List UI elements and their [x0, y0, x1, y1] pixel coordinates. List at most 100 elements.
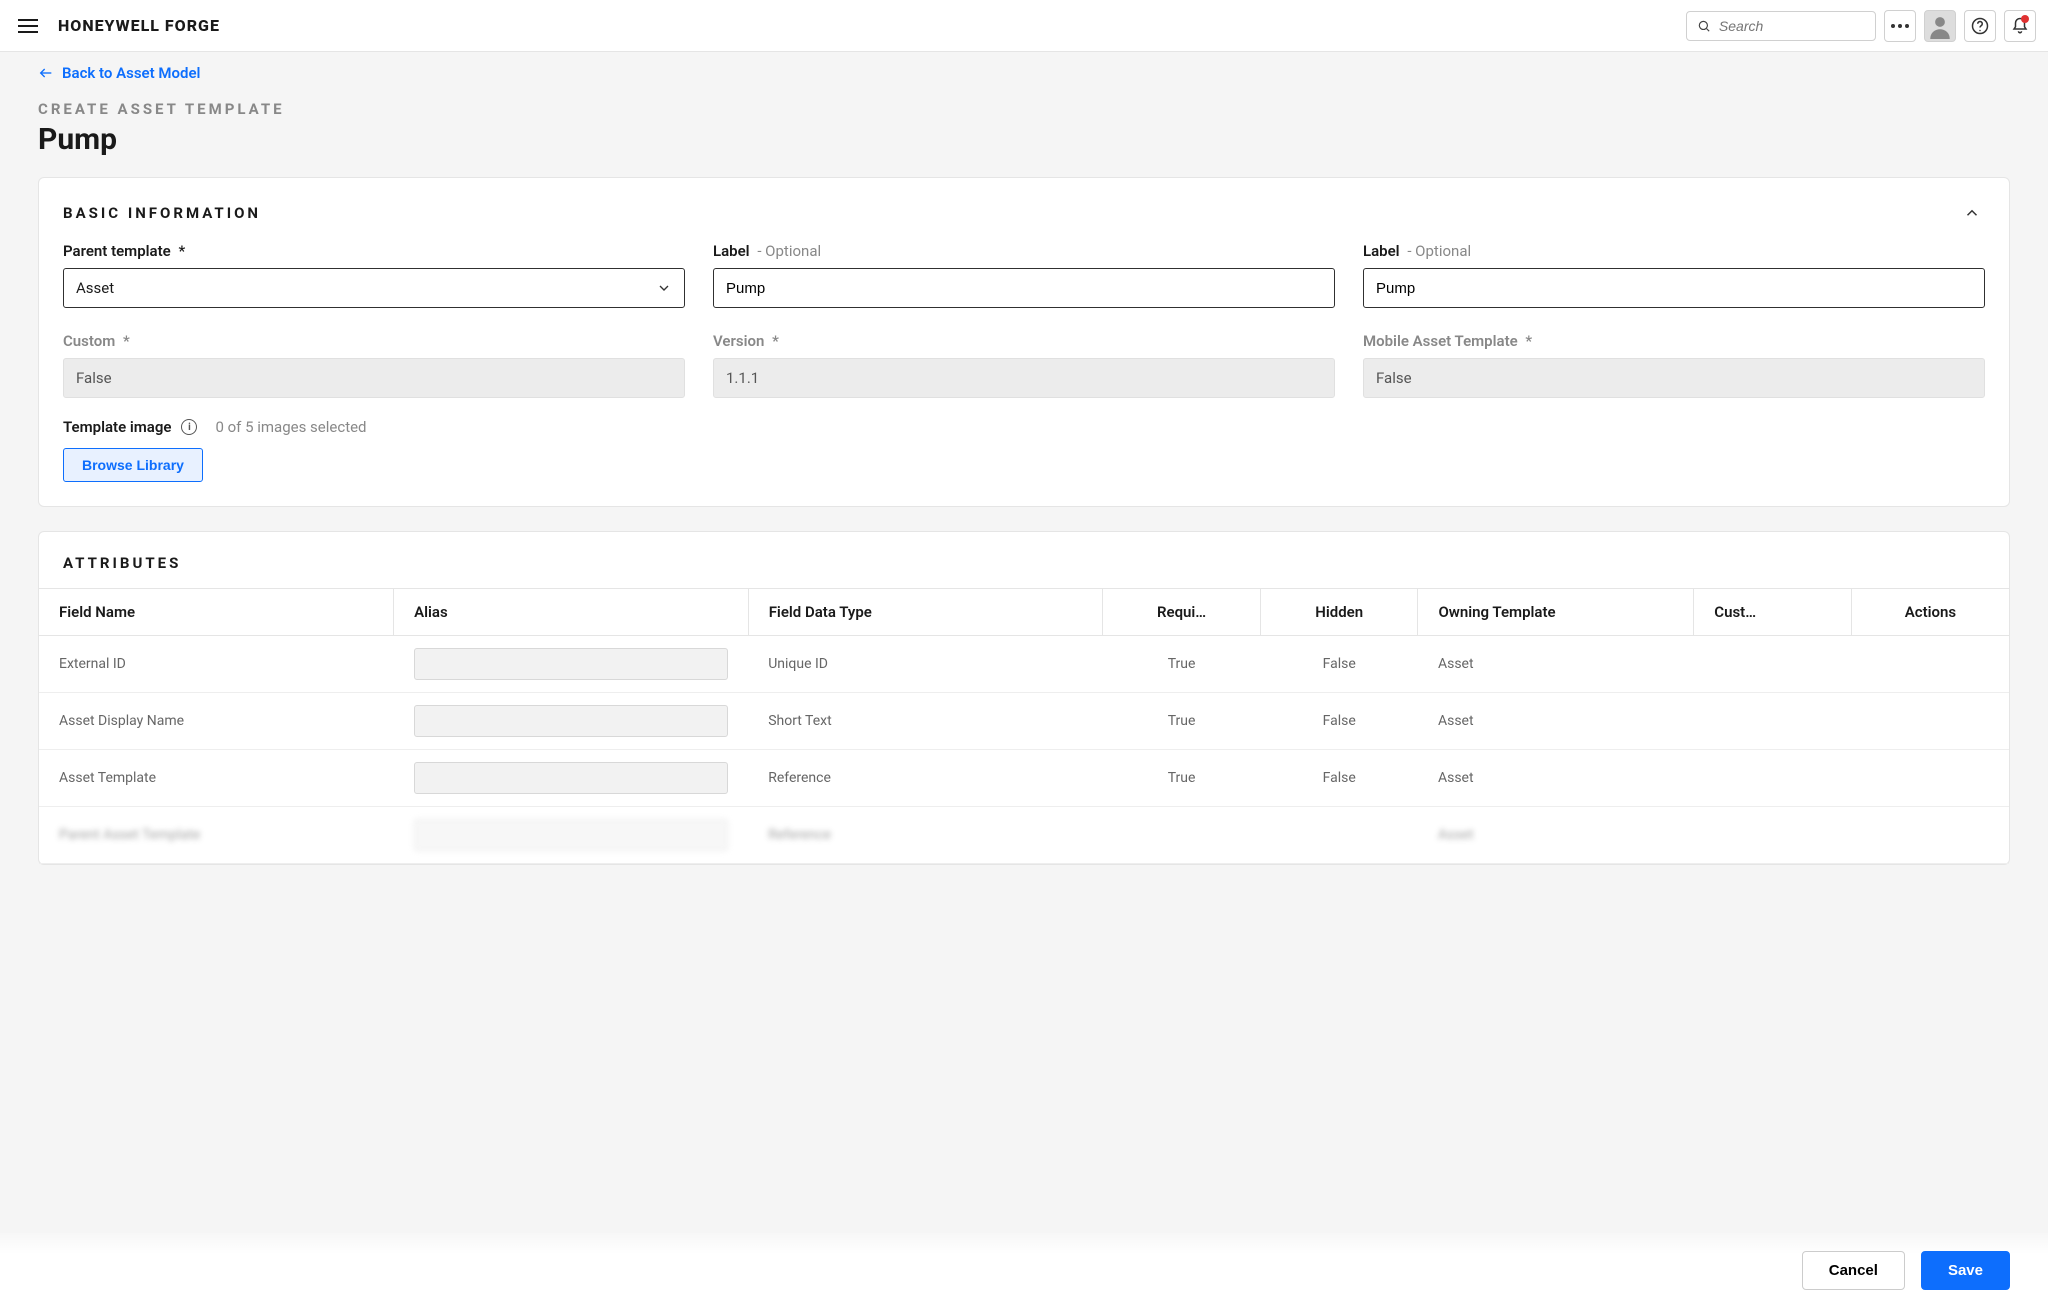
template-image-status: 0 of 5 images selected: [215, 418, 366, 436]
basic-info-card: BASIC INFORMATION Parent template * Asse…: [38, 177, 2010, 507]
col-hidden: Hidden: [1260, 589, 1418, 636]
cell-custom: [1694, 693, 1852, 750]
notifications-button[interactable]: [2004, 10, 2036, 42]
version-field: Version * 1.1.1: [713, 332, 1335, 398]
arrow-left-icon: [38, 65, 54, 81]
mobile-label: Mobile Asset Template: [1363, 332, 1518, 350]
alias-input[interactable]: [414, 648, 729, 680]
collapse-button[interactable]: [1959, 200, 1985, 226]
label2-input[interactable]: [1363, 268, 1985, 308]
chevron-up-icon: [1963, 204, 1981, 222]
col-owning-template: Owning Template: [1418, 589, 1694, 636]
cell-custom: [1694, 750, 1852, 807]
col-actions: Actions: [1851, 589, 2009, 636]
parent-template-field: Parent template * Asset: [63, 242, 685, 308]
col-alias: Alias: [394, 589, 749, 636]
label2-hint: - Optional: [1407, 242, 1471, 260]
cell-hidden: [1260, 807, 1418, 864]
required-asterisk: *: [1525, 332, 1532, 350]
cell-data-type: Reference: [748, 750, 1103, 807]
cell-data-type: Short Text: [748, 693, 1103, 750]
save-button[interactable]: Save: [1921, 1251, 2010, 1290]
cell-actions: [1851, 693, 2009, 750]
cell-hidden: False: [1260, 636, 1418, 693]
cell-actions: [1851, 807, 2009, 864]
label2-label: Label: [1363, 242, 1400, 260]
required-asterisk: *: [123, 332, 130, 350]
custom-value: False: [63, 358, 685, 398]
browse-library-button[interactable]: Browse Library: [63, 448, 203, 482]
cell-owning: Asset: [1418, 750, 1694, 807]
table-row-obscured: Parent Asset Template Reference Asset: [39, 807, 2009, 864]
topbar: HONEYWELL FORGE: [0, 0, 2048, 52]
basic-info-title: BASIC INFORMATION: [63, 204, 261, 222]
alias-input[interactable]: [414, 762, 729, 794]
required-asterisk: *: [772, 332, 779, 350]
cell-field-name: External ID: [39, 636, 394, 693]
col-field-name: Field Name: [39, 589, 394, 636]
search-icon: [1697, 18, 1711, 34]
alias-input[interactable]: [414, 819, 729, 851]
page-eyebrow: CREATE ASSET TEMPLATE: [38, 100, 2010, 118]
page-title: Pump: [38, 122, 2010, 157]
version-label: Version: [713, 332, 764, 350]
label2-field: Label - Optional: [1363, 242, 1985, 308]
cell-field-name: Asset Template: [39, 750, 394, 807]
table-row: Asset Template Reference True False Asse…: [39, 750, 2009, 807]
mobile-value: False: [1363, 358, 1985, 398]
parent-template-value: Asset: [76, 279, 114, 297]
label1-input[interactable]: [713, 268, 1335, 308]
cell-custom: [1694, 636, 1852, 693]
mobile-field: Mobile Asset Template * False: [1363, 332, 1985, 398]
cell-actions: [1851, 750, 2009, 807]
search-input-wrap[interactable]: [1686, 11, 1876, 41]
cell-field-name: Asset Display Name: [39, 693, 394, 750]
col-field-data-type: Field Data Type: [748, 589, 1103, 636]
table-row: Asset Display Name Short Text True False…: [39, 693, 2009, 750]
menu-button[interactable]: [12, 10, 44, 42]
cell-field-name: Parent Asset Template: [39, 807, 394, 864]
cell-required: True: [1103, 693, 1261, 750]
cell-owning: Asset: [1418, 693, 1694, 750]
search-input[interactable]: [1719, 18, 1865, 34]
cell-required: True: [1103, 636, 1261, 693]
more-button[interactable]: [1884, 10, 1916, 42]
cell-required: [1103, 807, 1261, 864]
cell-hidden: False: [1260, 750, 1418, 807]
cell-data-type: Unique ID: [748, 636, 1103, 693]
parent-template-select[interactable]: Asset: [63, 268, 685, 308]
cell-owning: Asset: [1418, 636, 1694, 693]
back-link-label: Back to Asset Model: [62, 64, 200, 82]
cell-data-type: Reference: [748, 807, 1103, 864]
parent-template-label: Parent template: [63, 242, 171, 260]
template-image-row: Template image i 0 of 5 images selected: [63, 418, 1985, 436]
col-custom: Cust…: [1694, 589, 1852, 636]
col-required: Requi…: [1103, 589, 1261, 636]
cancel-button[interactable]: Cancel: [1802, 1251, 1905, 1290]
label1-hint: - Optional: [757, 242, 821, 260]
brand-logo: HONEYWELL FORGE: [58, 16, 220, 35]
label1-label: Label: [713, 242, 750, 260]
version-value: 1.1.1: [713, 358, 1335, 398]
cell-hidden: False: [1260, 693, 1418, 750]
info-icon[interactable]: i: [181, 419, 197, 435]
cell-actions: [1851, 636, 2009, 693]
back-link[interactable]: Back to Asset Model: [38, 64, 200, 82]
footer-action-bar: Cancel Save: [0, 1233, 2048, 1308]
notification-dot: [2021, 15, 2029, 23]
ellipsis-icon: [1891, 24, 1909, 28]
attributes-title: ATTRIBUTES: [63, 554, 181, 572]
required-asterisk: *: [178, 242, 185, 260]
label1-field: Label - Optional: [713, 242, 1335, 308]
user-avatar[interactable]: [1924, 10, 1956, 42]
cell-custom: [1694, 807, 1852, 864]
table-row: External ID Unique ID True False Asset: [39, 636, 2009, 693]
attributes-table: Field Name Alias Field Data Type Requi… …: [39, 588, 2009, 864]
template-image-label: Template image: [63, 418, 171, 436]
help-button[interactable]: [1964, 10, 1996, 42]
custom-label: Custom: [63, 332, 115, 350]
cell-owning: Asset: [1418, 807, 1694, 864]
cell-required: True: [1103, 750, 1261, 807]
alias-input[interactable]: [414, 705, 729, 737]
chevron-down-icon: [656, 280, 672, 296]
